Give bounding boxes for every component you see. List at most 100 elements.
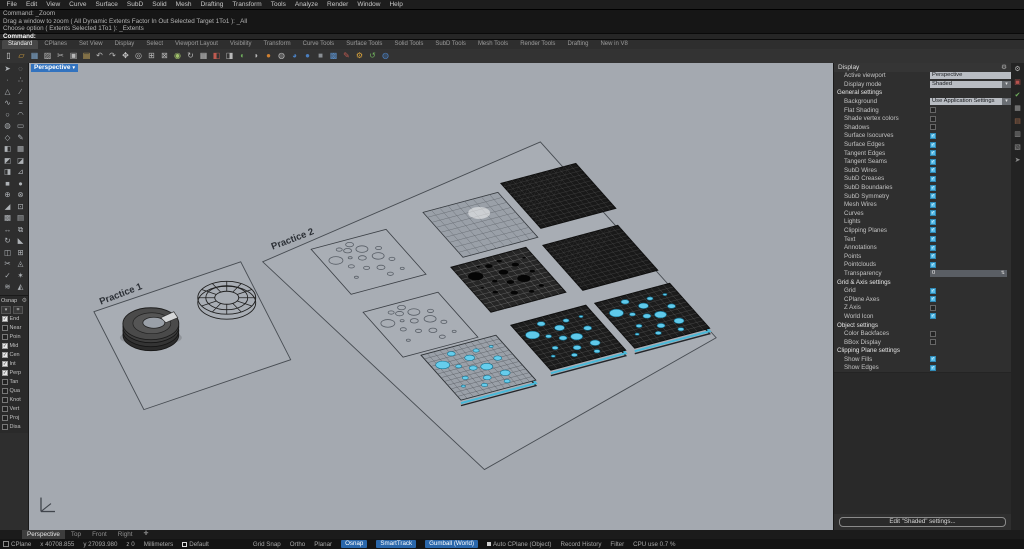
menu-help[interactable]: Help: [385, 0, 407, 9]
setting-checkbox-z-axis[interactable]: [930, 305, 936, 311]
move-icon[interactable]: ↔: [1, 224, 14, 236]
setting-checkbox-lights[interactable]: ✓: [930, 219, 936, 225]
setting-checkbox-surface-isocurves[interactable]: ✓: [930, 133, 936, 139]
osnap-checkbox-cen[interactable]: ✓: [2, 352, 8, 358]
save-icon[interactable]: ▦: [29, 50, 41, 62]
toolbar-tab-viewport-layout[interactable]: Viewport Layout: [169, 40, 224, 49]
viewport-tab-right[interactable]: Right: [113, 530, 138, 539]
viewport-perspective[interactable]: Perspective ▾ Practice 1Practice 2: [28, 63, 833, 531]
render-wheel-icon[interactable]: ◕: [289, 50, 301, 62]
setting-checkbox-cplane-axes[interactable]: ✓: [930, 296, 936, 302]
loft-icon[interactable]: ◩: [1, 155, 14, 167]
toolbar-tab-cplanes[interactable]: CPlanes: [38, 40, 73, 49]
toggle-record-history[interactable]: Record History: [561, 541, 602, 548]
redo-icon[interactable]: ↷: [107, 50, 119, 62]
polygon-icon[interactable]: ◇: [1, 132, 14, 144]
trim-icon[interactable]: ✂: [1, 258, 14, 270]
menu-mesh[interactable]: Mesh: [171, 0, 196, 9]
polyline-icon[interactable]: △: [1, 86, 14, 98]
menu-solid[interactable]: Solid: [148, 0, 171, 9]
setting-checkbox-tangent-seams[interactable]: ✓: [930, 159, 936, 165]
array-icon[interactable]: ⊞: [14, 247, 27, 259]
setting-spinner-transparency[interactable]: 0⇅: [930, 270, 1007, 277]
rectangle-icon[interactable]: ▭: [14, 120, 27, 132]
materials-panel-icon[interactable]: ▣: [1012, 78, 1023, 88]
setting-checkbox-flat-shading[interactable]: [930, 107, 936, 113]
point-icon[interactable]: ·: [1, 74, 14, 86]
copy-object-icon[interactable]: ⧉: [14, 224, 27, 236]
viewport-title-tab[interactable]: Perspective ▾: [31, 64, 78, 72]
layers-panel-icon[interactable]: ▤: [1012, 117, 1023, 127]
toolbar-tab-solid-tools[interactable]: Solid Tools: [388, 40, 429, 49]
mirror-icon[interactable]: ◫: [1, 247, 14, 259]
copy-icon[interactable]: ▣: [68, 50, 80, 62]
osnap-checkbox-disa[interactable]: [2, 424, 8, 430]
setting-checkbox-show-fills[interactable]: ✓: [930, 356, 936, 362]
toggle-cpu-use-0-7[interactable]: CPU use 0.7 %: [633, 541, 675, 548]
toggle-auto-cplane-object[interactable]: Auto CPlane (Object): [487, 541, 551, 548]
arc-icon[interactable]: ◠: [14, 109, 27, 121]
osnap-row-int[interactable]: ✓Int: [1, 360, 27, 369]
ellipse-icon[interactable]: ◍: [1, 120, 14, 132]
sphere-icon[interactable]: ●: [302, 50, 314, 62]
mesh-icon[interactable]: ▩: [1, 212, 14, 224]
display-panel-icon[interactable]: ▦: [1012, 104, 1023, 114]
setting-checkbox-annotations[interactable]: ✓: [930, 245, 936, 251]
boolean-diff-icon[interactable]: ⊗: [14, 189, 27, 201]
viewport-layout-icon[interactable]: ▦: [198, 50, 210, 62]
split-icon[interactable]: ◬: [14, 258, 27, 270]
viewport-tab-front[interactable]: Front: [87, 530, 112, 539]
setting-checkbox-text[interactable]: ✓: [930, 236, 936, 242]
menu-transform[interactable]: Transform: [228, 0, 266, 9]
box-icon[interactable]: ■: [1, 178, 14, 190]
pan-icon[interactable]: ✥: [120, 50, 132, 62]
setting-checkbox-clipping-planes[interactable]: ✓: [930, 227, 936, 233]
osnap-row-disa[interactable]: Disa: [1, 423, 27, 432]
setting-checkbox-curves[interactable]: ✓: [930, 210, 936, 216]
toggle-filter[interactable]: Filter: [610, 541, 624, 548]
viewport-tab-top[interactable]: Top: [66, 530, 86, 539]
osnap-checkbox-vert[interactable]: [2, 406, 8, 412]
toolbar-tab-render-tools[interactable]: Render Tools: [514, 40, 561, 49]
zoom-dynamic-icon[interactable]: ◎: [133, 50, 145, 62]
osnap-row-qua[interactable]: Qua: [1, 387, 27, 396]
gear-icon[interactable]: ⚙: [1012, 65, 1023, 75]
select-icon[interactable]: ➤: [1, 63, 14, 75]
edit-shaded-settings-button[interactable]: Edit "Shaded" settings...: [839, 517, 1006, 527]
chevron-down-icon[interactable]: ▾: [1002, 98, 1011, 105]
osnap-disable-button[interactable]: ▾: [1, 306, 11, 314]
circle-icon[interactable]: ○: [1, 109, 14, 121]
menu-drafting[interactable]: Drafting: [196, 0, 228, 9]
menu-edit[interactable]: Edit: [21, 0, 41, 9]
print-icon[interactable]: ▨: [42, 50, 54, 62]
help-panel-icon[interactable]: ▧: [1012, 143, 1023, 153]
revolve-icon[interactable]: ◪: [14, 155, 27, 167]
gear-icon[interactable]: ⚙: [22, 297, 27, 304]
text-icon[interactable]: ✎: [14, 132, 27, 144]
osnap-row-tan[interactable]: Tan: [1, 378, 27, 387]
setting-checkbox-tangent-edges[interactable]: ✓: [930, 150, 936, 156]
pointer-panel-icon[interactable]: ➤: [1012, 156, 1023, 166]
toggle-planar[interactable]: Planar: [314, 541, 332, 548]
menu-file[interactable]: File: [2, 0, 21, 9]
toggle-grid-snap[interactable]: Grid Snap: [253, 541, 281, 548]
surface-icon[interactable]: ◧: [1, 143, 14, 155]
menu-curve[interactable]: Curve: [65, 0, 91, 9]
osnap-row-mid[interactable]: ✓Mid: [1, 342, 27, 351]
boolean-union-icon[interactable]: ⊕: [1, 189, 14, 201]
menu-surface[interactable]: Surface: [91, 0, 122, 9]
grid-blue-icon[interactable]: ▩: [328, 50, 340, 62]
toolbar-tab-standard[interactable]: Standard: [2, 40, 38, 49]
setting-checkbox-pointclouds[interactable]: ✓: [930, 262, 936, 268]
options-gear-icon[interactable]: ⚙: [354, 50, 366, 62]
measure-icon[interactable]: ◑: [250, 50, 262, 62]
zoom-window-icon[interactable]: ⊞: [146, 50, 158, 62]
osnap-checkbox-proj[interactable]: [2, 415, 8, 421]
scale-icon[interactable]: ◣: [14, 235, 27, 247]
check-panel-icon[interactable]: ✔: [1012, 91, 1023, 101]
toolbar-tab-mesh-tools[interactable]: Mesh Tools: [472, 40, 514, 49]
setting-checkbox-subd-boundaries[interactable]: ✓: [930, 185, 936, 191]
gear-icon[interactable]: ⚙: [1001, 63, 1007, 71]
command-prompt[interactable]: Command:: [0, 33, 1024, 40]
pointcloud-icon[interactable]: ∴: [14, 74, 27, 86]
